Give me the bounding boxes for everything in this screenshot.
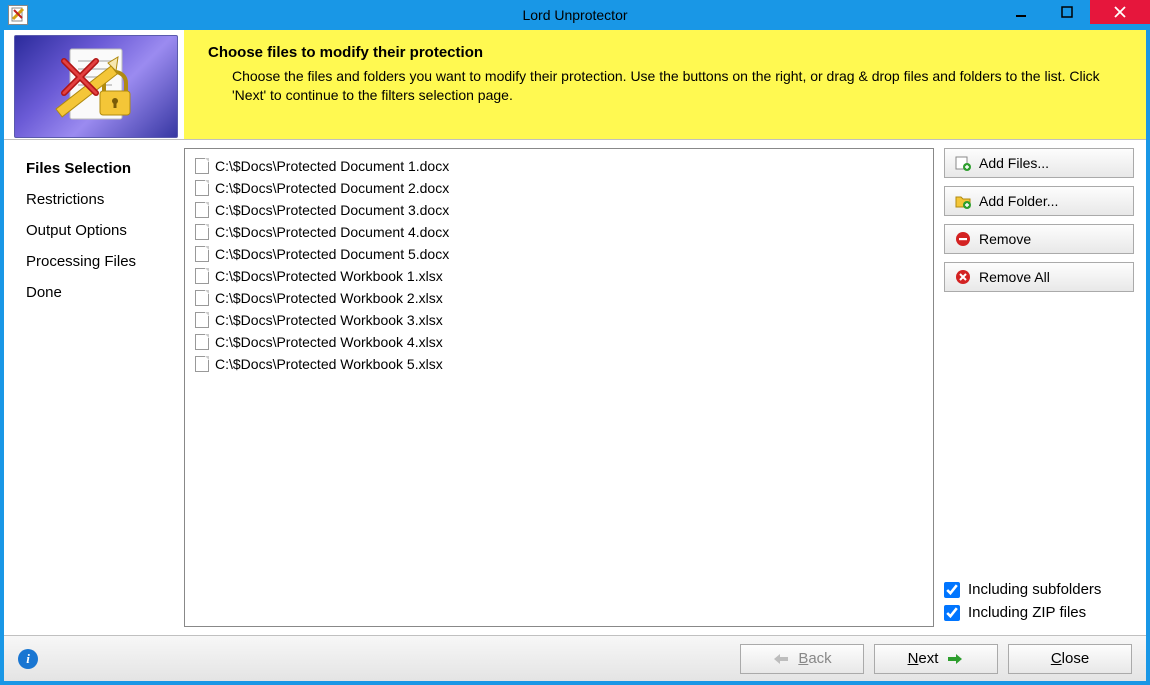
wizard-steps-sidebar: Files Selection Restrictions Output Option… xyxy=(4,140,184,635)
window-body: Choose files to modify their protection … xyxy=(4,30,1146,681)
file-row[interactable]: C:\$Docs\Protected Document 4.docx xyxy=(189,221,929,243)
file-path: C:\$Docs\Protected Workbook 1.xlsx xyxy=(215,268,443,284)
wizard-step-4[interactable]: Done xyxy=(26,284,174,301)
add-files-label: Add Files... xyxy=(979,155,1049,171)
file-path: C:\$Docs\Protected Document 3.docx xyxy=(215,202,449,218)
back-button[interactable]: Back xyxy=(740,644,864,674)
maximize-button[interactable] xyxy=(1044,0,1090,24)
file-icon xyxy=(195,202,209,218)
add-files-button[interactable]: Add Files... xyxy=(944,148,1134,178)
options-group: Including subfolders Including ZIP files xyxy=(944,575,1134,627)
close-button[interactable] xyxy=(1090,0,1150,24)
file-list[interactable]: C:\$Docs\Protected Document 1.docx C:\$Do… xyxy=(184,148,934,627)
remove-label: Remove xyxy=(979,231,1031,247)
file-path: C:\$Docs\Protected Workbook 4.xlsx xyxy=(215,334,443,350)
file-row[interactable]: C:\$Docs\Protected Document 5.docx xyxy=(189,243,929,265)
wizard-step-3[interactable]: Processing Files xyxy=(26,253,174,270)
file-icon xyxy=(195,180,209,196)
including-zip-checkbox[interactable] xyxy=(944,605,960,621)
header-row: Choose files to modify their protection … xyxy=(4,30,1146,140)
file-row[interactable]: C:\$Docs\Protected Document 2.docx xyxy=(189,177,929,199)
file-path: C:\$Docs\Protected Document 4.docx xyxy=(215,224,449,240)
arrow-left-icon xyxy=(772,652,790,666)
file-row[interactable]: C:\$Docs\Protected Workbook 3.xlsx xyxy=(189,309,929,331)
file-row[interactable]: C:\$Docs\Protected Workbook 2.xlsx xyxy=(189,287,929,309)
app-icon xyxy=(8,5,28,25)
remove-all-icon xyxy=(955,269,971,285)
add-files-icon xyxy=(955,155,971,171)
content-area: C:\$Docs\Protected Document 1.docx C:\$Do… xyxy=(184,140,1146,635)
close-label: Close xyxy=(1051,650,1089,667)
info-icon[interactable]: i xyxy=(18,649,38,669)
file-row[interactable]: C:\$Docs\Protected Workbook 4.xlsx xyxy=(189,331,929,353)
file-icon xyxy=(195,246,209,262)
file-row[interactable]: C:\$Docs\Protected Document 3.docx xyxy=(189,199,929,221)
including-subfolders-checkbox[interactable] xyxy=(944,582,960,598)
including-zip-option[interactable]: Including ZIP files xyxy=(944,604,1134,621)
file-icon xyxy=(195,334,209,350)
file-path: C:\$Docs\Protected Document 2.docx xyxy=(215,180,449,196)
footer: i Back Next Close xyxy=(4,635,1146,681)
file-path: C:\$Docs\Protected Document 1.docx xyxy=(215,158,449,174)
wizard-step-1[interactable]: Restrictions xyxy=(26,191,174,208)
file-row[interactable]: C:\$Docs\Protected Workbook 1.xlsx xyxy=(189,265,929,287)
file-row[interactable]: C:\$Docs\Protected Document 1.docx xyxy=(189,155,929,177)
file-path: C:\$Docs\Protected Workbook 3.xlsx xyxy=(215,312,443,328)
file-icon xyxy=(195,268,209,284)
banner: Choose files to modify their protection … xyxy=(184,30,1146,139)
window-title: Lord Unprotector xyxy=(0,7,1150,23)
add-folder-button[interactable]: Add Folder... xyxy=(944,186,1134,216)
banner-heading: Choose files to modify their protection xyxy=(208,44,1122,61)
minimize-button[interactable] xyxy=(998,0,1044,24)
logo-cell xyxy=(4,30,184,139)
next-button[interactable]: Next xyxy=(874,644,998,674)
add-folder-label: Add Folder... xyxy=(979,193,1058,209)
app-logo xyxy=(14,35,178,138)
remove-all-label: Remove All xyxy=(979,269,1050,285)
close-footer-button[interactable]: Close xyxy=(1008,644,1132,674)
file-icon xyxy=(195,224,209,240)
window-controls xyxy=(998,0,1150,30)
titlebar: Lord Unprotector xyxy=(0,0,1150,30)
remove-all-button[interactable]: Remove All xyxy=(944,262,1134,292)
including-subfolders-label: Including subfolders xyxy=(968,581,1101,598)
next-label: Next xyxy=(908,650,939,667)
file-icon xyxy=(195,290,209,306)
file-path: C:\$Docs\Protected Workbook 2.xlsx xyxy=(215,290,443,306)
file-path: C:\$Docs\Protected Workbook 5.xlsx xyxy=(215,356,443,372)
banner-description: Choose the files and folders you want to… xyxy=(232,67,1122,105)
right-column: Add Files... Add Folder... Remove xyxy=(944,148,1134,627)
arrow-right-icon xyxy=(946,652,964,666)
back-label: Back xyxy=(798,650,831,667)
file-icon xyxy=(195,158,209,174)
file-path: C:\$Docs\Protected Document 5.docx xyxy=(215,246,449,262)
wizard-step-2[interactable]: Output Options xyxy=(26,222,174,239)
file-icon xyxy=(195,356,209,372)
wizard-step-0[interactable]: Files Selection xyxy=(26,160,174,177)
including-zip-label: Including ZIP files xyxy=(968,604,1086,621)
file-icon xyxy=(195,312,209,328)
file-row[interactable]: C:\$Docs\Protected Workbook 5.xlsx xyxy=(189,353,929,375)
main-row: Files Selection Restrictions Output Option… xyxy=(4,140,1146,635)
remove-button[interactable]: Remove xyxy=(944,224,1134,254)
including-subfolders-option[interactable]: Including subfolders xyxy=(944,581,1134,598)
add-folder-icon xyxy=(955,193,971,209)
remove-icon xyxy=(955,231,971,247)
